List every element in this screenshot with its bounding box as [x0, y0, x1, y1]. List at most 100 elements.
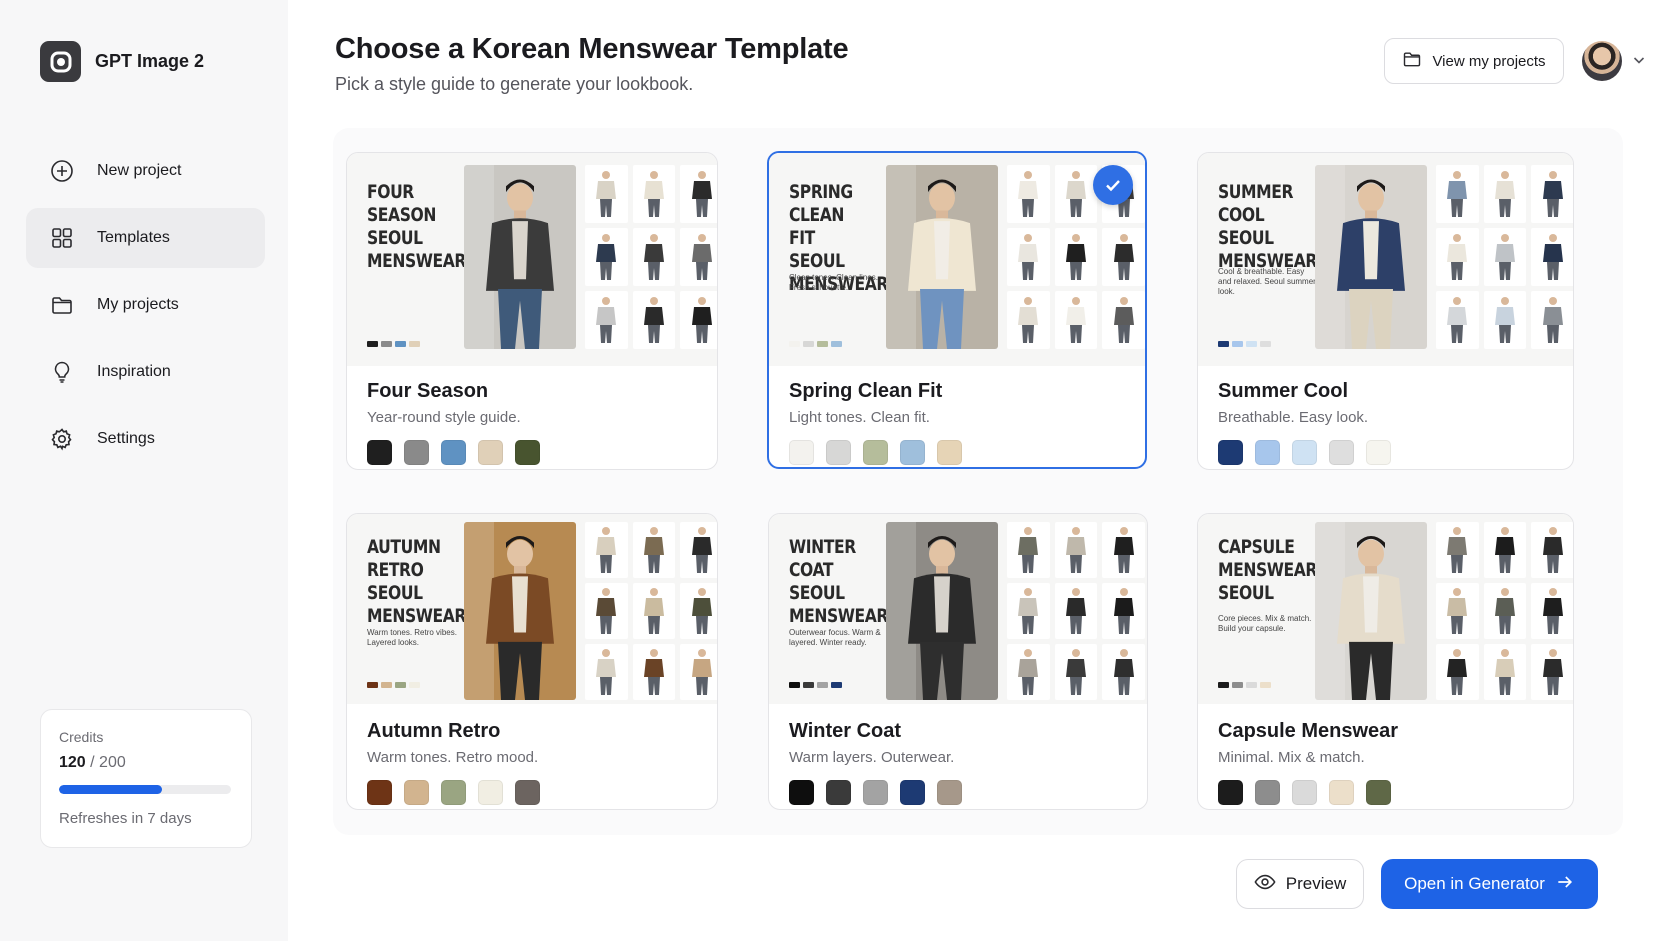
outfit-thumbnail	[1531, 228, 1573, 286]
thumbnail-title: SUMMER COOL SEOUL MENSWEAR	[1218, 181, 1318, 272]
color-swatch	[1292, 440, 1317, 465]
color-swatch	[1255, 440, 1280, 465]
color-swatch	[826, 780, 851, 805]
thumbnail-palette-chip	[789, 682, 800, 688]
color-swatches	[367, 780, 540, 805]
credits-title: Credits	[59, 729, 104, 745]
openai-logo-icon	[40, 41, 81, 82]
thumbnail-palette-chip	[381, 682, 392, 688]
thumbnail-palette-chip	[831, 341, 842, 347]
outfit-thumbnail	[1483, 644, 1527, 700]
thumbnail-palette	[367, 341, 420, 347]
avatar[interactable]	[1582, 41, 1622, 81]
view-my-projects-button[interactable]: View my projects	[1384, 38, 1564, 84]
thumbnail-palette-chip	[789, 341, 800, 347]
sidebar-item-my-projects[interactable]: My projects	[26, 275, 265, 335]
thumbnail-palette-chip	[395, 341, 406, 347]
lightbulb-icon	[49, 359, 75, 385]
credits-count: 120 / 200	[59, 754, 233, 772]
color-swatches	[367, 440, 540, 465]
sidebar-item-label: My projects	[97, 296, 179, 313]
outfit-thumbnail	[680, 228, 717, 286]
template-description: Warm tones. Retro mood.	[367, 749, 539, 766]
template-card[interactable]: CAPSULE MENSWEAR SEOUL Core pieces. Mix &…	[1197, 513, 1574, 810]
thumbnail-palette-chip	[1260, 341, 1271, 347]
grid-icon	[49, 225, 75, 251]
outfit-thumbnail	[585, 291, 628, 349]
thumbnail-palette-chip	[817, 341, 828, 347]
page-title: Choose a Korean Menswear Template	[335, 33, 849, 65]
folder-icon	[1402, 49, 1422, 73]
sidebar-item-label: Inspiration	[97, 363, 171, 380]
thumbnail-palette	[789, 341, 842, 347]
color-swatches	[789, 780, 962, 805]
credits-progress-bar	[59, 785, 231, 794]
thumbnail-palette	[1218, 341, 1271, 347]
outfit-thumbnail	[1007, 228, 1050, 286]
color-swatch	[404, 780, 429, 805]
outfit-thumbnail	[1436, 583, 1479, 639]
sidebar-item-new-project[interactable]: New project	[26, 141, 265, 201]
template-card[interactable]: AUTUMN RETRO SEOUL MENSWEAR Warm tones. R…	[346, 513, 718, 810]
color-swatch	[1366, 440, 1391, 465]
template-name: Winter Coat	[789, 720, 902, 742]
template-card[interactable]: FOUR SEASON SEOUL MENSWEAR Four Season Yea…	[346, 152, 718, 470]
outfit-thumbnail	[680, 165, 717, 223]
outfit-thumbnail	[632, 583, 676, 639]
credits-total: / 200	[90, 754, 126, 771]
chevron-down-icon[interactable]	[1632, 53, 1646, 72]
template-name: Spring Clean Fit	[789, 380, 943, 402]
color-swatch	[937, 440, 962, 465]
outfit-thumbnail	[1436, 522, 1479, 578]
template-thumbnail: SUMMER COOL SEOUL MENSWEAR Cool & breatha…	[1198, 153, 1573, 366]
thumbnail-palette-chip	[395, 682, 406, 688]
color-swatch	[1255, 780, 1280, 805]
thumbnail-palette-chip	[1232, 682, 1243, 688]
thumbnail-palette-chip	[817, 682, 828, 688]
thumbnail-palette-chip	[1218, 341, 1229, 347]
sidebar-item-label: New project	[97, 162, 182, 179]
thumbnail-note: Clean tones. Clean lines. Fresh silhouet…	[789, 273, 878, 292]
brand[interactable]: GPT Image 2	[40, 41, 204, 82]
template-card[interactable]: WINTER COAT SEOUL MENSWEAR Outerwear focu…	[768, 513, 1148, 810]
outfit-thumbnail	[1483, 583, 1527, 639]
outfit-thumbnail	[1054, 228, 1098, 286]
thumbnail-note: Warm tones. Retro vibes. Layered looks.	[367, 628, 457, 647]
sidebar-item-templates[interactable]: Templates	[26, 208, 265, 268]
model-photo	[1315, 522, 1427, 700]
thumbnail-palette-chip	[367, 341, 378, 347]
template-description: Light tones. Clean fit.	[789, 409, 930, 426]
outfit-thumbnail	[632, 228, 676, 286]
preview-button[interactable]: Preview	[1236, 859, 1364, 909]
sidebar-item-inspiration[interactable]: Inspiration	[26, 342, 265, 402]
template-card[interactable]: SPRING CLEAN FIT SEOUL MENSWEAR Clean ton…	[767, 151, 1147, 469]
outfit-thumbnail	[585, 522, 628, 578]
color-swatch	[441, 440, 466, 465]
outfit-thumbnail	[1483, 522, 1527, 578]
outfit-thumbnail	[680, 522, 717, 578]
thumbnail-palette	[367, 682, 420, 688]
open-in-generator-button[interactable]: Open in Generator	[1381, 859, 1598, 909]
thumbnail-palette-chip	[367, 682, 378, 688]
preview-label: Preview	[1285, 874, 1347, 893]
thumbnail-palette-chip	[381, 341, 392, 347]
thumbnail-palette	[1218, 682, 1271, 688]
thumbnail-palette-chip	[1260, 682, 1271, 688]
open-in-generator-label: Open in Generator	[1404, 874, 1545, 893]
thumbnail-palette-chip	[803, 341, 814, 347]
outfit-thumbnail	[1007, 583, 1050, 639]
color-swatch	[826, 440, 851, 465]
color-swatch	[515, 780, 540, 805]
sidebar-item-settings[interactable]: Settings	[26, 409, 265, 469]
outfit-thumbnail	[632, 522, 676, 578]
outfit-thumbnail	[1007, 644, 1050, 700]
thumbnail-note: Cool & breathable. Easy and relaxed. Seo…	[1218, 267, 1316, 296]
template-name: Capsule Menswear	[1218, 720, 1399, 742]
color-swatch	[478, 440, 503, 465]
template-card[interactable]: SUMMER COOL SEOUL MENSWEAR Cool & breatha…	[1197, 152, 1574, 470]
color-swatch	[789, 440, 814, 465]
color-swatch	[515, 440, 540, 465]
outfit-grid	[1436, 165, 1573, 349]
thumbnail-title: WINTER COAT SEOUL MENSWEAR	[789, 536, 889, 627]
outfit-thumbnail	[1531, 291, 1573, 349]
